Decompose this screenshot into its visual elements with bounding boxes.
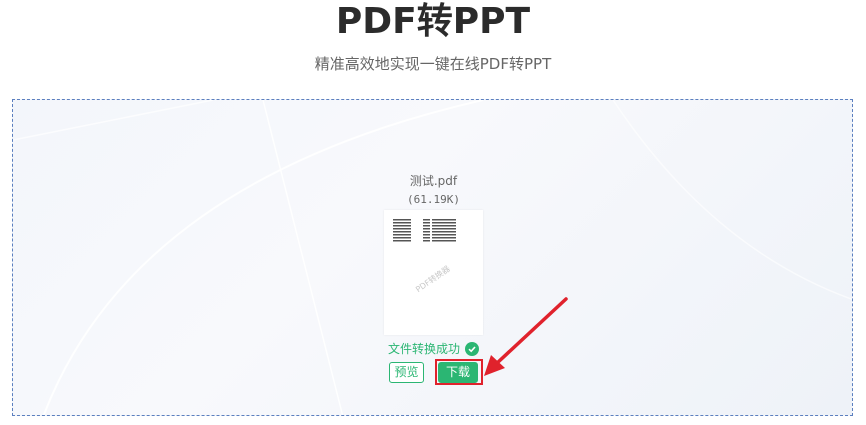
annotation-arrow [484, 297, 568, 376]
